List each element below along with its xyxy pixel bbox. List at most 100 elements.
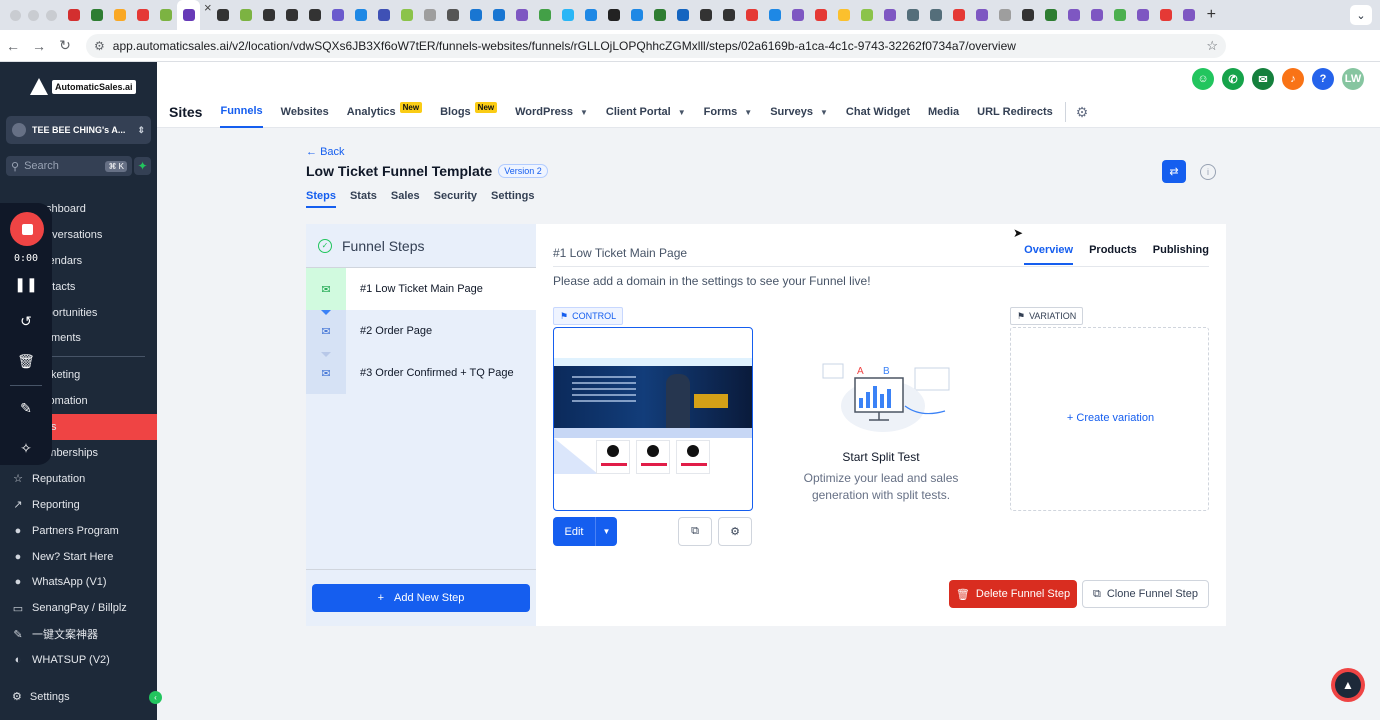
subnav-blogs[interactable]: Blogs New xyxy=(440,96,498,128)
floating-help-button[interactable]: ▲ xyxy=(1331,668,1365,702)
browser-tab[interactable] xyxy=(718,0,741,30)
stop-recording-button[interactable] xyxy=(10,212,44,246)
sidebar-item-senangpay-billplz[interactable]: ▭ SenangPay / Billplz xyxy=(0,595,157,621)
browser-tab[interactable] xyxy=(787,0,810,30)
browser-tab[interactable] xyxy=(465,0,488,30)
share-button[interactable]: ⇄ xyxy=(1162,160,1186,183)
brand-logo[interactable]: AutomaticSales.ai xyxy=(30,78,136,95)
browser-tab[interactable] xyxy=(810,0,833,30)
browser-tab[interactable] xyxy=(902,0,925,30)
restart-icon[interactable]: ↺ xyxy=(0,313,52,330)
subnav-chat-widget[interactable]: Chat Widget xyxy=(846,96,910,128)
browser-tab[interactable] xyxy=(1109,0,1132,30)
browser-tab[interactable] xyxy=(350,0,373,30)
subnav-forms[interactable]: Forms ▼ xyxy=(704,96,753,128)
sidebar-item-reputation[interactable]: ☆ Reputation xyxy=(0,466,157,492)
browser-tab[interactable] xyxy=(764,0,787,30)
sidebar-search[interactable]: ⚲ Search ⌘ K xyxy=(6,156,132,176)
funnel-step-item[interactable]: ✉ #1 Low Ticket Main Page xyxy=(306,268,536,315)
browser-tab[interactable] xyxy=(833,0,856,30)
tab-stats[interactable]: Stats xyxy=(350,190,377,208)
subnav-url-redirects[interactable]: URL Redirects xyxy=(977,96,1053,128)
browser-tab[interactable] xyxy=(373,0,396,30)
bell-icon[interactable]: ♪ xyxy=(1282,68,1304,90)
browser-tab[interactable] xyxy=(327,0,350,30)
browser-tab[interactable] xyxy=(258,0,281,30)
megaphone-icon[interactable]: ✉ xyxy=(1252,68,1274,90)
page-preview-thumbnail[interactable] xyxy=(553,327,753,511)
browser-tab[interactable] xyxy=(879,0,902,30)
robot-icon[interactable]: ☺ xyxy=(1192,68,1214,90)
browser-tabs[interactable]: × xyxy=(62,0,1201,30)
clone-funnel-step-button[interactable]: ⧉ Clone Funnel Step xyxy=(1082,580,1209,608)
quick-action-icon[interactable]: ✦ xyxy=(134,157,151,175)
tab-search-icon[interactable]: ⌄ xyxy=(1350,5,1372,25)
window-controls[interactable] xyxy=(0,9,62,21)
browser-tab[interactable] xyxy=(695,0,718,30)
tab-overview[interactable]: Overview xyxy=(1024,244,1074,265)
pen-icon[interactable]: ✎ xyxy=(0,400,52,417)
create-variation-link[interactable]: + Create variation xyxy=(1011,412,1210,424)
browser-tab[interactable] xyxy=(304,0,327,30)
browser-tab[interactable] xyxy=(62,0,85,30)
browser-tab[interactable] xyxy=(396,0,419,30)
browser-tab[interactable] xyxy=(212,0,235,30)
browser-tab[interactable] xyxy=(419,0,442,30)
delete-funnel-step-button[interactable]: 🗑 Delete Funnel Step xyxy=(949,580,1077,608)
browser-tab[interactable] xyxy=(1040,0,1063,30)
subnav-client-portal[interactable]: Client Portal ▼ xyxy=(606,96,686,128)
browser-tab[interactable] xyxy=(672,0,695,30)
browser-tab[interactable] xyxy=(235,0,258,30)
browser-tab[interactable] xyxy=(85,0,108,30)
sidebar-item-whatsapp-v1[interactable]: ● WhatsApp (V1) xyxy=(0,569,157,595)
sidebar-item-partners-program[interactable]: ● Partners Program xyxy=(0,518,157,544)
browser-tab[interactable] xyxy=(154,0,177,30)
collapse-sidebar-icon[interactable]: ‹ xyxy=(149,691,162,704)
tab-security[interactable]: Security xyxy=(434,190,477,208)
browser-tab[interactable] xyxy=(511,0,534,30)
browser-tab[interactable] xyxy=(741,0,764,30)
magic-wand-icon[interactable]: ✧ xyxy=(0,440,52,457)
subnav-media[interactable]: Media xyxy=(928,96,959,128)
step-settings-gear-icon[interactable]: ⚙ xyxy=(718,517,752,546)
help-icon[interactable]: ? xyxy=(1312,68,1334,90)
back-link[interactable]: ← Back xyxy=(306,146,345,158)
browser-tab[interactable] xyxy=(649,0,672,30)
browser-tab[interactable] xyxy=(442,0,465,30)
open-preview-icon[interactable]: ⧉ xyxy=(678,517,712,546)
browser-tab[interactable] xyxy=(131,0,154,30)
browser-tab[interactable] xyxy=(856,0,879,30)
tab-publishing[interactable]: Publishing xyxy=(1153,244,1209,265)
tab-sales[interactable]: Sales xyxy=(391,190,420,208)
browser-tab[interactable] xyxy=(603,0,626,30)
subnav-surveys[interactable]: Surveys ▼ xyxy=(770,96,828,128)
site-info-icon[interactable]: ⚙ xyxy=(94,39,105,53)
sidebar-item-[interactable]: ✎ 一键文案神器 xyxy=(0,621,157,647)
tab-products[interactable]: Products xyxy=(1089,244,1137,265)
tab-steps[interactable]: Steps xyxy=(306,190,336,208)
pause-icon[interactable]: ❚❚ xyxy=(0,276,52,293)
sidebar-item-new-start-here[interactable]: ● New? Start Here xyxy=(0,544,157,570)
sidebar-item-reporting[interactable]: ↗ Reporting xyxy=(0,492,157,518)
browser-tab[interactable] xyxy=(925,0,948,30)
browser-tab[interactable] xyxy=(1178,0,1201,30)
bookmark-star-icon[interactable]: ☆ xyxy=(1206,38,1218,54)
gear-icon[interactable]: ⚙ xyxy=(1076,104,1089,121)
browser-tab[interactable] xyxy=(557,0,580,30)
browser-tab[interactable] xyxy=(177,0,200,30)
browser-tab[interactable] xyxy=(1132,0,1155,30)
reload-icon[interactable]: ↻ xyxy=(52,37,78,54)
browser-tab[interactable] xyxy=(108,0,131,30)
edit-dropdown-chevron-icon[interactable]: ▼ xyxy=(595,517,617,546)
subnav-analytics[interactable]: Analytics New xyxy=(347,96,423,128)
browser-tab[interactable] xyxy=(1086,0,1109,30)
trash-icon[interactable]: 🗑 xyxy=(0,353,52,370)
browser-tab[interactable] xyxy=(1155,0,1178,30)
sidebar-item-settings[interactable]: ⚙ Settings xyxy=(12,690,70,704)
forward-arrow-icon[interactable]: → xyxy=(26,38,52,54)
subnav-funnels[interactable]: Funnels xyxy=(220,96,263,128)
browser-tab[interactable] xyxy=(948,0,971,30)
browser-tab[interactable] xyxy=(994,0,1017,30)
sidebar-item-whatsup-v2[interactable]: ◐ WHATSUP (V2) xyxy=(0,647,157,673)
browser-tab[interactable] xyxy=(1063,0,1086,30)
